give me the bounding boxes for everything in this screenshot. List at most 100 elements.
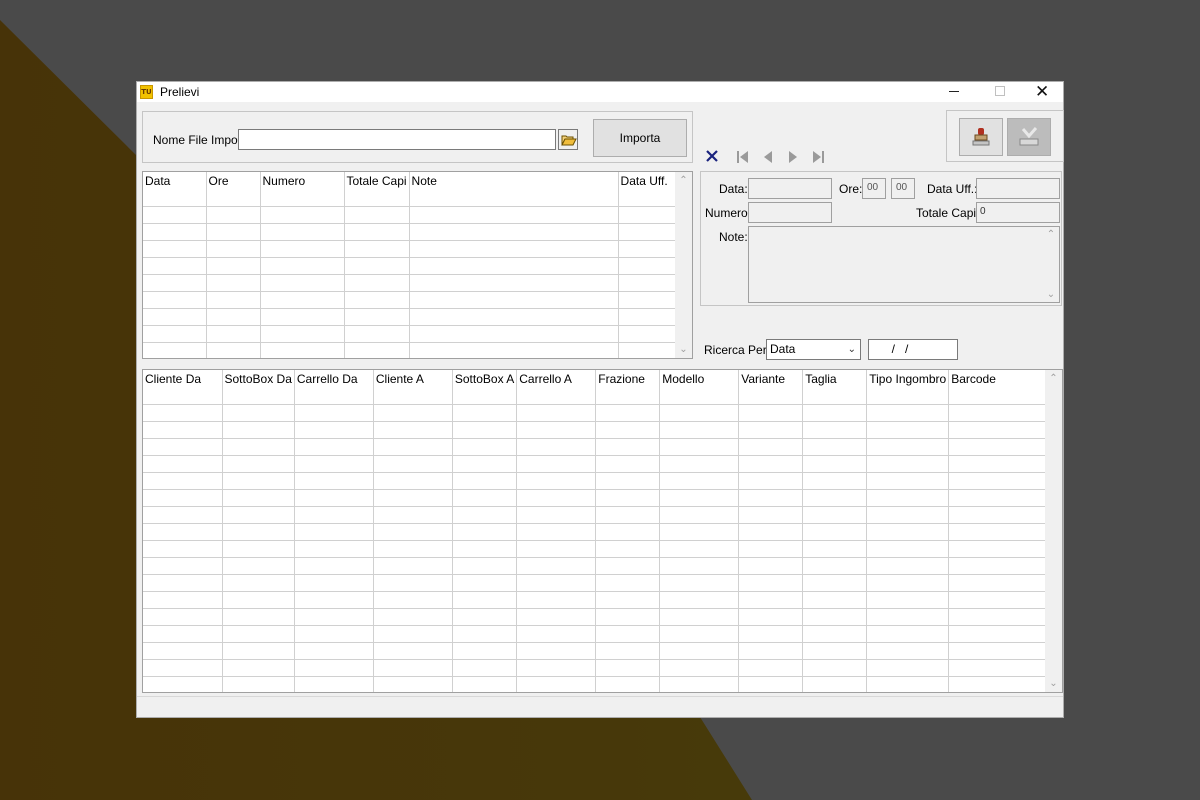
note-scrollbar[interactable]: ⌃ ⌄ — [1043, 227, 1059, 302]
table-cell[interactable] — [452, 421, 518, 439]
table-cell[interactable] — [452, 659, 518, 677]
table-cell[interactable] — [222, 438, 295, 456]
table-cell[interactable] — [516, 472, 597, 490]
table-cell[interactable] — [516, 540, 597, 558]
table-cell[interactable] — [738, 625, 804, 643]
table-cell[interactable] — [595, 676, 661, 692]
table-cell[interactable] — [260, 325, 345, 343]
table-row[interactable] — [143, 608, 1060, 626]
table-cell[interactable] — [143, 540, 223, 558]
table-cell[interactable] — [143, 676, 223, 692]
table-cell[interactable] — [948, 557, 1060, 575]
table-cell[interactable] — [452, 540, 518, 558]
table-cell[interactable] — [373, 574, 453, 592]
table-cell[interactable] — [595, 421, 661, 439]
table-cell[interactable] — [948, 455, 1060, 473]
scroll-down-icon[interactable]: ⌄ — [675, 341, 692, 358]
table-cell[interactable] — [738, 404, 804, 422]
table-cell[interactable] — [143, 472, 223, 490]
table-cell[interactable] — [659, 591, 740, 609]
table-row[interactable] — [143, 438, 1060, 456]
table-cell[interactable] — [206, 291, 261, 309]
table-cell[interactable] — [659, 472, 740, 490]
table-cell[interactable] — [409, 291, 619, 309]
table-cell[interactable] — [143, 659, 223, 677]
table-cell[interactable] — [802, 523, 868, 541]
table-cell[interactable] — [618, 240, 681, 258]
table-cell[interactable] — [373, 625, 453, 643]
table-cell[interactable] — [222, 625, 295, 643]
header-table-scrollbar[interactable]: ⌃ ⌄ — [675, 172, 692, 358]
detail-table[interactable]: Cliente Da SottoBox Da Carrello Da Cliente … — [142, 369, 1063, 693]
table-cell[interactable] — [738, 523, 804, 541]
table-cell[interactable] — [344, 240, 410, 258]
table-cell[interactable] — [294, 489, 374, 507]
table-cell[interactable] — [143, 257, 207, 275]
table-cell[interactable] — [659, 506, 740, 524]
table-cell[interactable] — [143, 591, 223, 609]
table-cell[interactable] — [409, 342, 619, 358]
table-cell[interactable] — [802, 676, 868, 692]
table-cell[interactable] — [294, 523, 374, 541]
table-cell[interactable] — [866, 523, 950, 541]
table-cell[interactable] — [206, 206, 261, 224]
table-cell[interactable] — [260, 257, 345, 275]
table-cell[interactable] — [516, 506, 597, 524]
table-cell[interactable] — [344, 206, 410, 224]
table-cell[interactable] — [595, 455, 661, 473]
table-cell[interactable] — [452, 676, 518, 692]
table-cell[interactable] — [452, 506, 518, 524]
column-header[interactable]: Tipo Ingombro — [866, 370, 950, 405]
table-row[interactable] — [143, 455, 1060, 473]
ore-hours-field[interactable]: 00 — [862, 178, 886, 199]
table-cell[interactable] — [260, 342, 345, 358]
column-header[interactable]: Variante — [738, 370, 804, 405]
table-cell[interactable] — [802, 472, 868, 490]
table-cell[interactable] — [260, 274, 345, 292]
column-header[interactable]: Data — [143, 172, 207, 207]
column-header[interactable]: Cliente Da — [143, 370, 223, 405]
table-cell[interactable] — [866, 557, 950, 575]
table-cell[interactable] — [618, 308, 681, 326]
table-cell[interactable] — [618, 206, 681, 224]
table-cell[interactable] — [618, 342, 681, 358]
table-cell[interactable] — [373, 455, 453, 473]
table-cell[interactable] — [595, 472, 661, 490]
search-by-select[interactable]: Data ⌄ — [766, 339, 861, 360]
table-cell[interactable] — [143, 325, 207, 343]
table-cell[interactable] — [618, 257, 681, 275]
table-cell[interactable] — [452, 438, 518, 456]
table-cell[interactable] — [143, 240, 207, 258]
table-cell[interactable] — [948, 506, 1060, 524]
table-cell[interactable] — [866, 676, 950, 692]
column-header[interactable]: Cliente A — [373, 370, 453, 405]
table-row[interactable] — [143, 325, 681, 343]
table-cell[interactable] — [294, 421, 374, 439]
table-cell[interactable] — [409, 240, 619, 258]
table-cell[interactable] — [222, 676, 295, 692]
table-cell[interactable] — [516, 438, 597, 456]
table-cell[interactable] — [294, 557, 374, 575]
totale-capi-field[interactable]: 0 — [976, 202, 1060, 223]
close-window-button[interactable]: ✕ — [1023, 82, 1063, 102]
table-cell[interactable] — [948, 591, 1060, 609]
table-cell[interactable] — [802, 455, 868, 473]
detail-table-scrollbar[interactable]: ⌃ ⌄ — [1045, 370, 1062, 692]
table-row[interactable] — [143, 540, 1060, 558]
table-cell[interactable] — [948, 540, 1060, 558]
column-header[interactable]: Taglia — [802, 370, 868, 405]
table-cell[interactable] — [516, 557, 597, 575]
table-cell[interactable] — [222, 421, 295, 439]
table-cell[interactable] — [659, 557, 740, 575]
table-cell[interactable] — [659, 489, 740, 507]
table-cell[interactable] — [738, 472, 804, 490]
table-cell[interactable] — [373, 659, 453, 677]
import-file-input[interactable] — [238, 129, 556, 150]
table-cell[interactable] — [802, 642, 868, 660]
table-cell[interactable] — [595, 404, 661, 422]
table-cell[interactable] — [659, 676, 740, 692]
table-cell[interactable] — [373, 591, 453, 609]
table-cell[interactable] — [143, 506, 223, 524]
table-cell[interactable] — [373, 489, 453, 507]
table-cell[interactable] — [143, 404, 223, 422]
